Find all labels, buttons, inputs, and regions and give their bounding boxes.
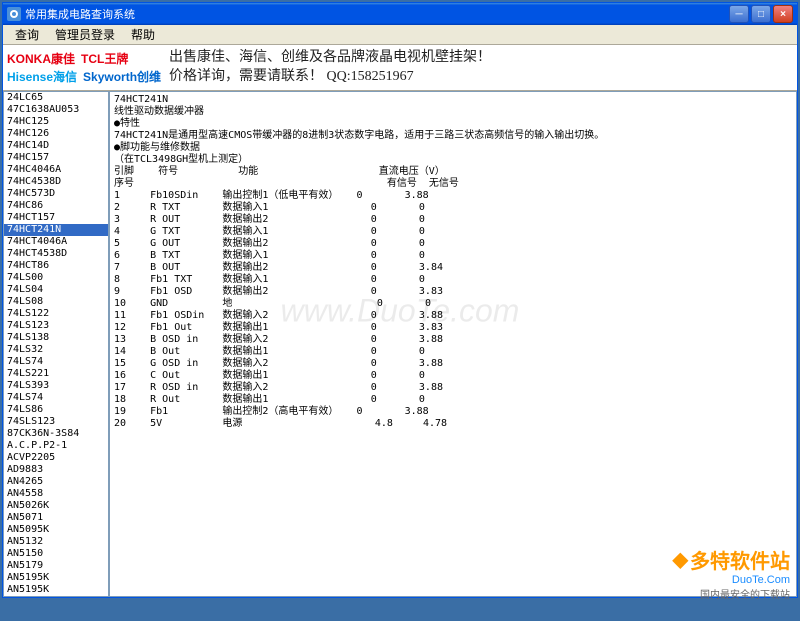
menu-admin-login[interactable]: 管理员登录 bbox=[47, 24, 123, 45]
chip-list-item[interactable]: A.C.P.P2-1 bbox=[4, 440, 108, 452]
chip-list-item[interactable]: AN5095K bbox=[4, 524, 108, 536]
main-window: 常用集成电路查询系统 ─ □ × 查询 管理员登录 帮助 KONKA康佳 TCL… bbox=[2, 2, 798, 598]
chip-list-item[interactable]: 74HC4046A bbox=[4, 164, 108, 176]
chip-list-item[interactable]: 74LS74 bbox=[4, 392, 108, 404]
detail-panel: 74HCT241N 线性驱动数据缓冲器 ●特性 74HCT241N是通用型高速C… bbox=[109, 91, 797, 597]
chip-list-item[interactable]: AN5026K bbox=[4, 500, 108, 512]
chip-list-item[interactable]: 74HC573D bbox=[4, 188, 108, 200]
chip-list-item[interactable]: 74HC4538D bbox=[4, 176, 108, 188]
chip-list-item[interactable]: AN5132 bbox=[4, 536, 108, 548]
menu-help[interactable]: 帮助 bbox=[123, 24, 163, 45]
ad-text: 出售康佳、海信、创维及各品牌液晶电视机壁挂架！ 价格详询，需要请联系！ QQ:1… bbox=[169, 49, 491, 85]
chip-list-item[interactable]: 74HCT241N bbox=[4, 224, 108, 236]
chip-list-item[interactable]: 74LS00 bbox=[4, 272, 108, 284]
chip-list-item[interactable]: 74LS08 bbox=[4, 296, 108, 308]
app-icon bbox=[7, 7, 21, 21]
chip-list-item[interactable]: AN4265 bbox=[4, 476, 108, 488]
chip-list-item[interactable]: AN4558 bbox=[4, 488, 108, 500]
chip-list-item[interactable]: 74HC14D bbox=[4, 140, 108, 152]
chip-list-item[interactable]: AD9883 bbox=[4, 464, 108, 476]
chip-list-item[interactable]: AN5199 bbox=[4, 596, 108, 597]
chip-list-item[interactable]: 74LS393 bbox=[4, 380, 108, 392]
duote-icon: ◆ bbox=[673, 547, 688, 572]
chip-list-item[interactable]: 87CK36N-3S84 bbox=[4, 428, 108, 440]
chip-list-item[interactable]: 24LC65 bbox=[4, 92, 108, 104]
chip-list-item[interactable]: 74HC86 bbox=[4, 200, 108, 212]
site-logo: ◆ 多特软件站 DuoTe.Com 国内最安全的下载站 bbox=[673, 545, 790, 601]
chip-list-item[interactable]: AN5195K bbox=[4, 584, 108, 596]
brand-konka: KONKA康佳 bbox=[7, 50, 75, 67]
detail-text: 74HCT241N 线性驱动数据缓冲器 ●特性 74HCT241N是通用型高速C… bbox=[114, 94, 792, 430]
chip-list-item[interactable]: 74LS74 bbox=[4, 356, 108, 368]
chip-list-item[interactable]: 74LS138 bbox=[4, 332, 108, 344]
chip-list-item[interactable]: AN5071 bbox=[4, 512, 108, 524]
brand-hisense: Hisense海信 bbox=[7, 68, 77, 85]
chip-list-item[interactable]: 74HC157 bbox=[4, 152, 108, 164]
chip-list-item[interactable]: AN5179 bbox=[4, 560, 108, 572]
menubar: 查询 管理员登录 帮助 bbox=[3, 25, 797, 45]
chip-list-item[interactable]: 74LS221 bbox=[4, 368, 108, 380]
duote-url: DuoTe.Com bbox=[673, 574, 790, 586]
chip-list-item[interactable]: 74SLS123 bbox=[4, 416, 108, 428]
chip-list-item[interactable]: 74HCT157 bbox=[4, 212, 108, 224]
menu-query[interactable]: 查询 bbox=[7, 24, 47, 45]
chip-list-item[interactable]: 74LS32 bbox=[4, 344, 108, 356]
close-button[interactable]: × bbox=[773, 5, 793, 23]
ad-line2: 价格详询，需要请联系！ QQ:158251967 bbox=[169, 68, 491, 86]
window-title: 常用集成电路查询系统 bbox=[25, 6, 135, 22]
chip-list-item[interactable]: 74HC125 bbox=[4, 116, 108, 128]
chip-list-item[interactable]: 74HC126 bbox=[4, 128, 108, 140]
window-controls: ─ □ × bbox=[729, 5, 793, 23]
chip-list-item[interactable]: AN5195K bbox=[4, 572, 108, 584]
chip-list-item[interactable]: 74LS04 bbox=[4, 284, 108, 296]
chip-list-item[interactable]: ACVP2205 bbox=[4, 452, 108, 464]
maximize-button[interactable]: □ bbox=[751, 5, 771, 23]
duote-tag: 国内最安全的下载站 bbox=[673, 586, 790, 601]
ad-line1: 出售康佳、海信、创维及各品牌液晶电视机壁挂架！ bbox=[169, 49, 491, 67]
minimize-button[interactable]: ─ bbox=[729, 5, 749, 23]
brand-skyworth: Skyworth创维 bbox=[83, 68, 161, 85]
duote-brand: ◆ 多特软件站 bbox=[673, 545, 790, 574]
chip-list-item[interactable]: 74HCT86 bbox=[4, 260, 108, 272]
chip-list-item[interactable]: 74LS86 bbox=[4, 404, 108, 416]
chip-list-item[interactable]: 74HCT4046A bbox=[4, 236, 108, 248]
brand-tcl: TCL王牌 bbox=[81, 50, 128, 67]
content-area: 24LC6547C1638AU05374HC12574HC12674HC14D7… bbox=[3, 91, 797, 597]
chip-list-item[interactable]: 74LS123 bbox=[4, 320, 108, 332]
chip-list-item[interactable]: 74HCT4538D bbox=[4, 248, 108, 260]
chip-list[interactable]: 24LC6547C1638AU05374HC12574HC12674HC14D7… bbox=[3, 91, 109, 597]
chip-list-item[interactable]: 47C1638AU053 bbox=[4, 104, 108, 116]
chip-list-item[interactable]: 74LS122 bbox=[4, 308, 108, 320]
brand-logos: KONKA康佳 TCL王牌 Hisense海信 Skyworth创维 bbox=[7, 50, 161, 85]
ad-banner: KONKA康佳 TCL王牌 Hisense海信 Skyworth创维 出售康佳、… bbox=[3, 45, 797, 91]
chip-list-item[interactable]: AN5150 bbox=[4, 548, 108, 560]
titlebar[interactable]: 常用集成电路查询系统 ─ □ × bbox=[3, 3, 797, 25]
